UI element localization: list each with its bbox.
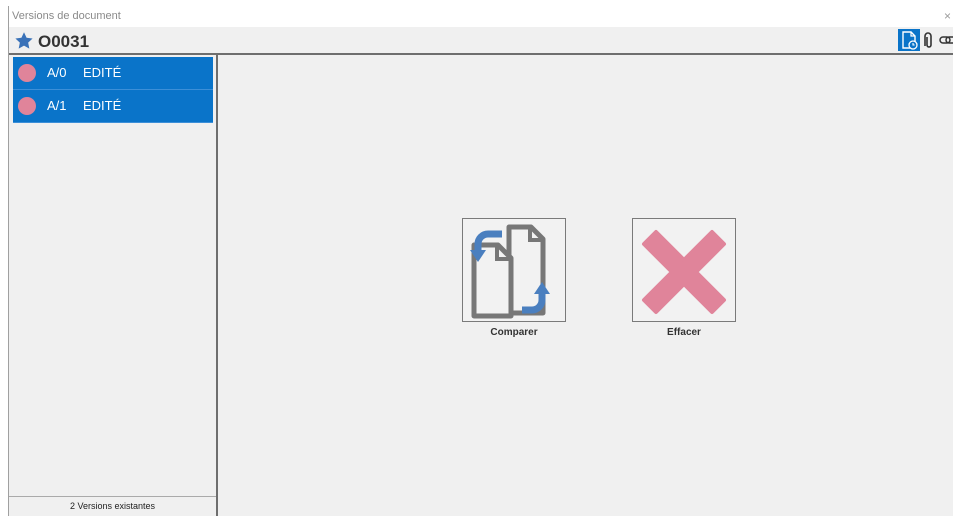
versions-list: A/0 EDITÉ A/1 EDITÉ xyxy=(13,57,213,123)
compare-tile[interactable] xyxy=(462,218,566,322)
link-button[interactable] xyxy=(937,29,953,51)
versions-sidebar: A/0 EDITÉ A/1 EDITÉ 2 Versions existante… xyxy=(9,55,218,516)
version-code: A/1 xyxy=(47,98,67,113)
versions-window: Versions de document × O0031 A/0 EDITÉ A… xyxy=(8,6,953,516)
version-row-a0[interactable]: A/0 EDITÉ xyxy=(13,57,213,90)
document-number: O0031 xyxy=(38,32,90,51)
document-header: O0031 xyxy=(9,27,953,55)
link-icon xyxy=(939,36,953,44)
paperclip-icon xyxy=(924,32,932,48)
versions-count: 2 Versions existantes xyxy=(9,496,216,516)
status-dot xyxy=(18,64,36,82)
title-bar: Versions de document × xyxy=(9,6,953,28)
delete-label: Effacer xyxy=(667,327,701,338)
compare-button[interactable]: Comparer xyxy=(462,218,566,338)
version-code: A/0 xyxy=(47,65,67,80)
compare-documents-icon xyxy=(470,224,550,319)
close-icon[interactable]: × xyxy=(944,9,951,23)
star-icon xyxy=(15,32,33,49)
version-status: EDITÉ xyxy=(83,98,122,113)
delete-x-icon xyxy=(642,230,726,314)
delete-button[interactable]: Effacer xyxy=(632,218,736,338)
version-row-a1[interactable]: A/1 EDITÉ xyxy=(13,90,213,123)
window-title: Versions de document xyxy=(12,10,121,22)
version-status: EDITÉ xyxy=(83,65,122,80)
delete-tile[interactable] xyxy=(632,218,736,322)
status-dot xyxy=(18,97,36,115)
compare-label: Comparer xyxy=(490,327,538,338)
attachment-button[interactable] xyxy=(917,29,939,51)
